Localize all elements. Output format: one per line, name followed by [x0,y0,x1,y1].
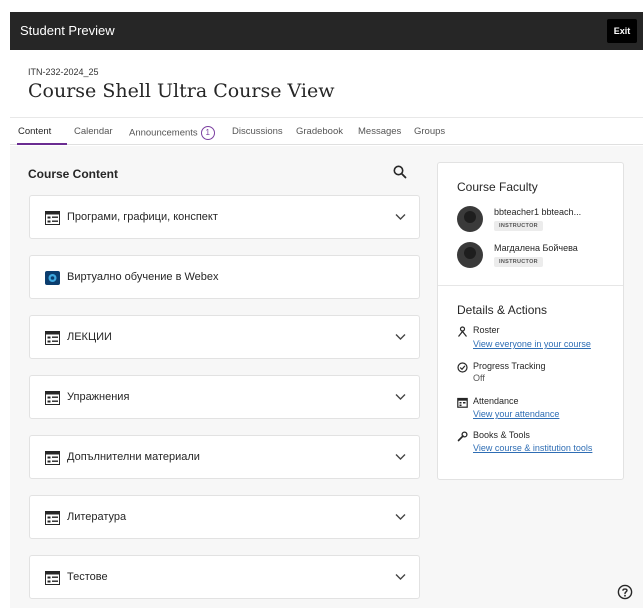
content-item-label: ЛЕКЦИИ [67,331,112,343]
student-preview-title: Student Preview [20,23,115,38]
attendance-icon [457,397,468,408]
panel-divider [438,285,623,286]
books-tools-label: Books & Tools [473,430,530,440]
wrench-icon [457,431,468,442]
check-circle-icon [457,362,468,373]
course-id: ITN-232-2024_25 [28,67,99,77]
roster-label: Roster [473,325,500,335]
instructor-badge: INSTRUCTOR [494,221,543,231]
student-preview-bar: Student Preview Exit [10,12,643,50]
tab-calendar[interactable]: Calendar [74,126,113,137]
progress-tracking-status: Off [473,373,485,383]
webex-icon [45,271,60,285]
tab-announcements-label: Announcements [129,127,198,139]
faculty-name[interactable]: bbteacher1 bbteach... [494,207,581,217]
attendance-link[interactable]: View your attendance [473,409,559,419]
tab-messages[interactable]: Messages [358,126,401,137]
roster-icon [458,326,467,337]
content-item-exercises[interactable]: Упражнения [29,375,420,419]
help-icon[interactable] [617,584,633,600]
tab-content[interactable]: Content [18,126,51,137]
chevron-down-icon[interactable] [395,333,406,341]
folder-icon [45,451,60,465]
course-details-panel: Course Faculty bbteacher1 bbteach... INS… [437,162,624,480]
tab-announcements[interactable]: Announcements 1 [129,126,215,140]
tab-gradebook[interactable]: Gradebook [296,126,343,137]
tab-discussions[interactable]: Discussions [232,126,283,137]
folder-icon [45,211,60,225]
chevron-down-icon[interactable] [395,513,406,521]
folder-icon [45,391,60,405]
folder-icon [45,511,60,525]
avatar[interactable] [457,206,483,232]
details-actions-heading: Details & Actions [457,303,548,317]
roster-link[interactable]: View everyone in your course [473,339,591,349]
content-item-label: Програми, графици, конспект [67,211,218,223]
books-tools-link[interactable]: View course & institution tools [473,443,592,453]
folder-icon [45,331,60,345]
content-item-label: Тестове [67,571,108,583]
announcements-count-badge: 1 [200,126,215,140]
exit-button[interactable]: Exit [607,19,637,43]
active-tab-indicator [17,143,67,145]
tab-groups[interactable]: Groups [414,126,445,137]
search-icon[interactable] [392,164,408,180]
course-tabs: Content Calendar Announcements 1 Discussi… [10,117,643,145]
progress-tracking-label: Progress Tracking [473,361,546,371]
course-faculty-heading: Course Faculty [457,180,538,194]
chevron-down-icon[interactable] [395,393,406,401]
faculty-name[interactable]: Магдалена Бойчева [494,243,578,253]
chevron-down-icon[interactable] [395,213,406,221]
chevron-down-icon[interactable] [395,573,406,581]
content-item-label: Допълнителни материали [67,451,200,463]
content-item-tests[interactable]: Тестове [29,555,420,599]
content-item-label: Литература [67,511,127,523]
content-item-label: Упражнения [67,391,130,403]
chevron-down-icon[interactable] [395,453,406,461]
folder-icon [45,571,60,585]
attendance-label: Attendance [473,396,519,406]
content-item-lectures[interactable]: ЛЕКЦИИ [29,315,420,359]
avatar[interactable] [457,242,483,268]
course-content-heading: Course Content [28,167,118,181]
content-item-label: Виртуално обучение в Webex [67,271,219,283]
content-item-additional-materials[interactable]: Допълнителни материали [29,435,420,479]
page-title: Course Shell Ultra Course View [28,80,335,102]
content-item-literature[interactable]: Литература [29,495,420,539]
content-item-webex[interactable]: Виртуално обучение в Webex [29,255,420,299]
content-item-programs[interactable]: Програми, графици, конспект [29,195,420,239]
instructor-badge: INSTRUCTOR [494,257,543,267]
